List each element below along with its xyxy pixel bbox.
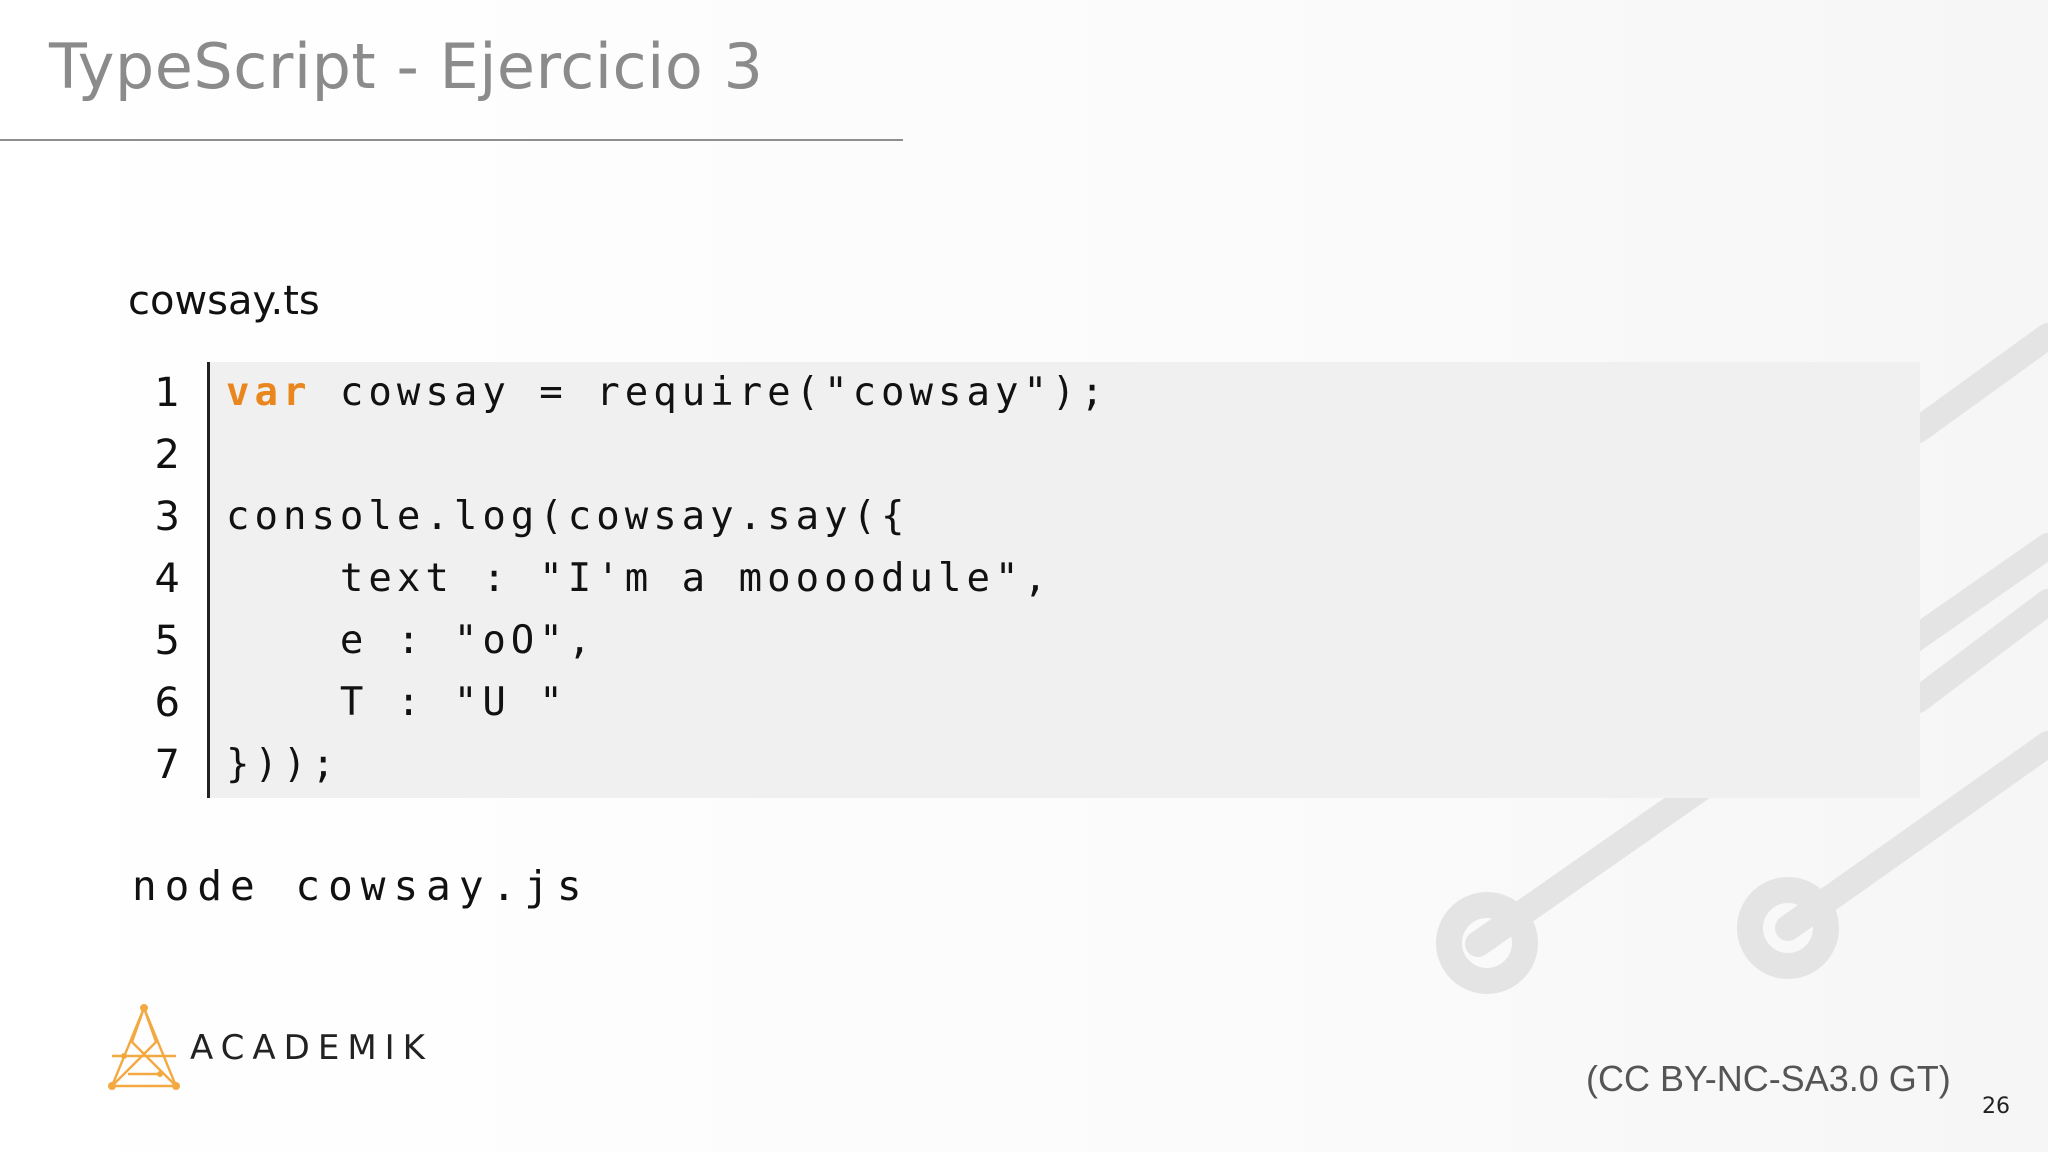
code-keyword: var <box>226 370 312 415</box>
line-number: 2 <box>154 432 180 478</box>
terminal-command: node cowsay.js <box>132 862 590 910</box>
line-number: 3 <box>154 494 180 540</box>
line-number: 1 <box>154 370 180 416</box>
code-line-5: e : "oO", <box>226 618 597 663</box>
code-lines: var cowsay = require("cowsay"); console.… <box>226 362 1109 796</box>
line-number: 7 <box>154 742 180 788</box>
license-text: (CC BY-NC-SA3.0 GT) <box>1586 1058 1951 1099</box>
line-number: 4 <box>154 556 180 602</box>
title-divider <box>0 139 903 141</box>
line-number: 5 <box>154 618 180 664</box>
code-line-6: T : "U " <box>226 680 568 725</box>
code-line-1: var cowsay = require("cowsay"); <box>226 362 1109 424</box>
code-line-3: console.log(cowsay.say({ <box>226 494 910 539</box>
code-text: cowsay = require("cowsay"); <box>311 370 1109 415</box>
line-numbers: 1 2 3 4 5 6 7 <box>120 362 180 796</box>
code-gutter-divider <box>207 362 210 798</box>
line-number: 6 <box>154 680 180 726</box>
brand-name: ACADEMIK <box>190 1028 433 1068</box>
academik-logo-icon <box>108 1004 180 1090</box>
page-number: 26 <box>1982 1094 2010 1119</box>
file-name-label: cowsay.ts <box>128 278 320 324</box>
slide-title: TypeScript - Ejercicio 3 <box>49 30 764 103</box>
code-line-7: })); <box>226 742 340 787</box>
code-line-4: text : "I'm a moooodule", <box>226 556 1052 601</box>
